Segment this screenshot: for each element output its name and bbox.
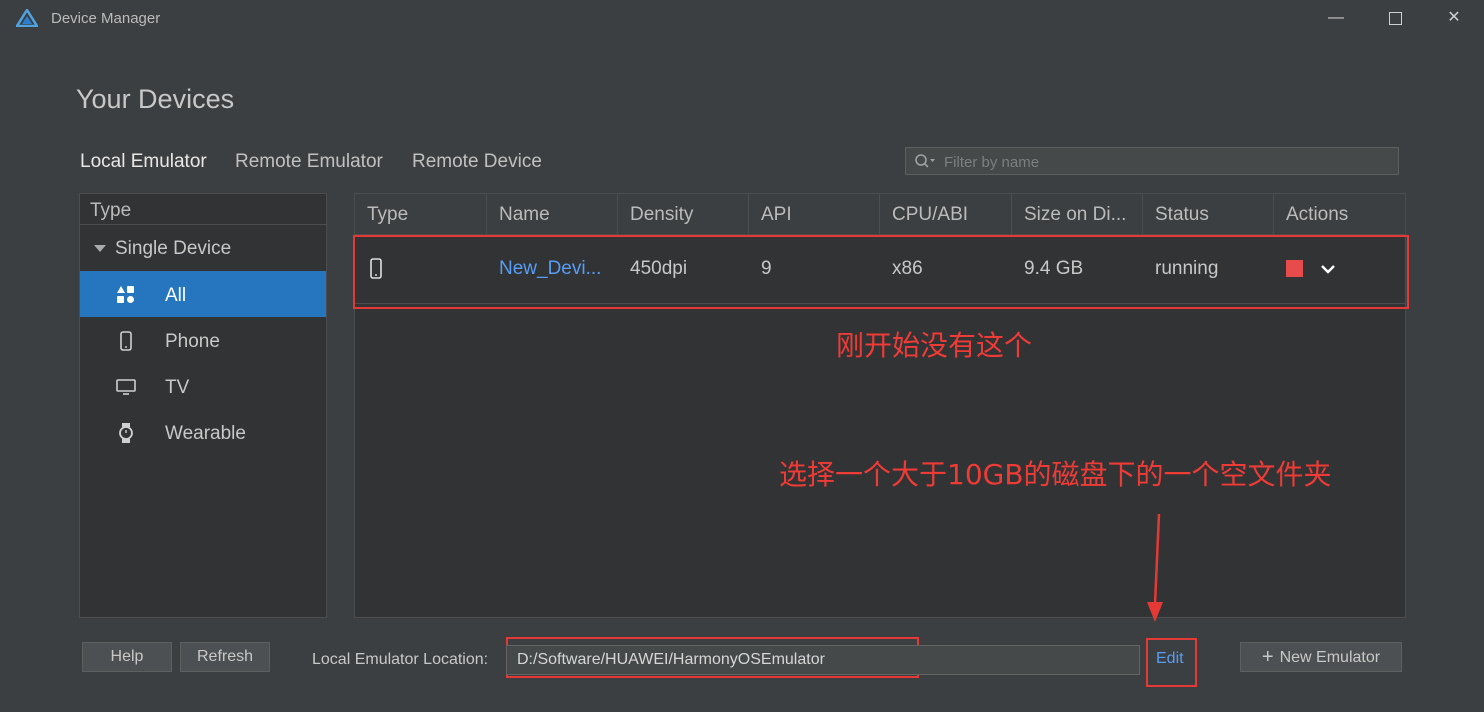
search-input[interactable]: [942, 150, 1386, 174]
cell-size: 9.4 GB: [1024, 258, 1084, 279]
location-label: Local Emulator Location:: [312, 651, 489, 668]
column-density[interactable]: Density: [618, 194, 749, 234]
sidebar-item-phone[interactable]: Phone: [80, 317, 326, 363]
watch-icon: [119, 423, 133, 443]
tab-remote-emulator[interactable]: Remote Emulator: [235, 151, 383, 173]
app-logo-icon: [16, 9, 38, 27]
chevron-down-icon[interactable]: [1318, 259, 1338, 279]
annotation-row-note: 刚开始没有这个: [836, 329, 1033, 362]
table-row[interactable]: New_Devi... 450dpi 9 x86 9.4 GB running: [355, 235, 1405, 304]
page-title: Your Devices: [76, 84, 235, 114]
column-api[interactable]: API: [749, 194, 880, 234]
window-title: Device Manager: [51, 10, 161, 27]
minimize-button[interactable]: —: [1322, 6, 1350, 30]
cell-api: 9: [761, 258, 772, 279]
device-table: Type Name Density API CPU/ABI Size on Di…: [354, 193, 1406, 618]
caret-down-icon: [94, 245, 106, 252]
sidebar-item-all[interactable]: All: [80, 271, 326, 317]
cell-name[interactable]: New_Devi...: [487, 235, 618, 303]
tab-remote-device[interactable]: Remote Device: [412, 151, 542, 173]
plus-icon: +: [1261, 646, 1274, 668]
title-bar: Device Manager — ✕: [0, 0, 1484, 36]
cell-cpu: x86: [892, 258, 923, 279]
help-button[interactable]: Help: [82, 642, 172, 672]
column-type[interactable]: Type: [355, 194, 487, 234]
maximize-icon: [1388, 12, 1402, 25]
column-size[interactable]: Size on Di...: [1012, 194, 1143, 234]
cell-type: [355, 235, 487, 303]
column-cpu-abi[interactable]: CPU/ABI: [880, 194, 1012, 234]
annotation-arrow-icon: [1147, 513, 1163, 622]
single-device-group[interactable]: Single Device: [80, 225, 326, 271]
sidebar-item-label: All: [165, 285, 187, 306]
search-icon: [915, 154, 935, 168]
cell-status: running: [1155, 258, 1219, 279]
new-emulator-label: New Emulator: [1279, 649, 1381, 666]
tv-icon: [116, 379, 136, 395]
search-box: [905, 147, 1399, 175]
refresh-button[interactable]: Refresh: [180, 642, 270, 672]
sidebar-item-tv[interactable]: TV: [80, 363, 326, 409]
close-button[interactable]: ✕: [1440, 6, 1468, 30]
device-type-panel: Type Single Device All Phone TV Wearable: [79, 193, 327, 618]
column-name[interactable]: Name: [487, 194, 618, 234]
group-label: Single Device: [115, 238, 232, 259]
sidebar-item-label: Phone: [165, 331, 220, 352]
shapes-icon: [117, 286, 134, 303]
phone-icon: [370, 258, 382, 279]
maximize-button[interactable]: [1381, 6, 1409, 30]
stop-button[interactable]: [1286, 260, 1303, 277]
sidebar-item-wearable[interactable]: Wearable: [80, 409, 326, 455]
sidebar-item-label: Wearable: [165, 423, 246, 444]
phone-icon: [120, 331, 132, 351]
tab-local-emulator[interactable]: Local Emulator: [80, 151, 207, 173]
column-actions[interactable]: Actions: [1274, 194, 1405, 234]
sidebar-item-label: TV: [165, 377, 190, 398]
edit-link[interactable]: Edit: [1156, 650, 1184, 668]
location-field[interactable]: D:/Software/HUAWEI/HarmonyOSEmulator: [506, 645, 1140, 675]
annotation-location-note: 选择一个大于10GB的磁盘下的一个空文件夹: [779, 458, 1332, 491]
column-status[interactable]: Status: [1143, 194, 1274, 234]
table-header: Type Name Density API CPU/ABI Size on Di…: [355, 194, 1405, 235]
new-emulator-button[interactable]: + New Emulator: [1240, 642, 1402, 672]
type-header: Type: [80, 194, 326, 225]
cell-density: 450dpi: [630, 258, 688, 279]
